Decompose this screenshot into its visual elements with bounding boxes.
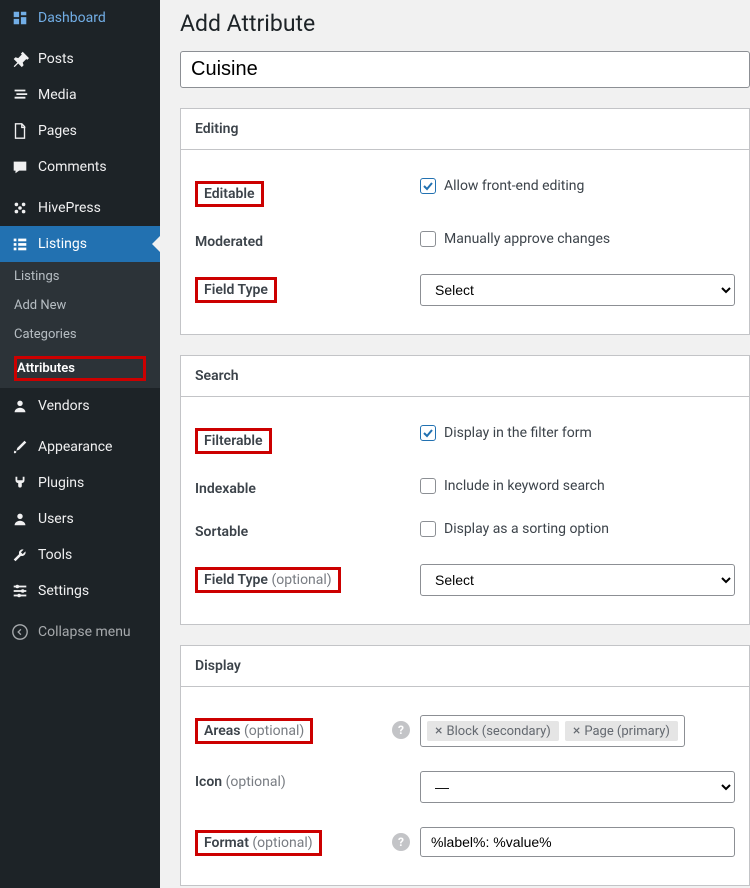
format-label: Format — [204, 835, 249, 851]
filterable-check-label: Display in the filter form — [444, 425, 592, 441]
search-fieldtype-select[interactable]: Select — [420, 564, 735, 596]
submenu-label: Attributes — [14, 356, 146, 381]
sidebar-label: Tools — [38, 547, 72, 563]
sidebar-label: Posts — [38, 51, 74, 67]
tag-label: Block (secondary) — [446, 724, 550, 739]
sidebar-label: Vendors — [38, 398, 90, 414]
submenu-item-add-new[interactable]: Add New — [0, 291, 160, 320]
moderated-label: Moderated — [195, 231, 420, 250]
tag-label: Page (primary) — [584, 724, 670, 739]
collapse-icon — [10, 622, 30, 642]
main-content: Add Attribute Editing Editable Allow fro… — [160, 0, 750, 888]
submenu: Listings Add New Categories Attributes — [0, 262, 160, 388]
editing-fieldtype-label: Field Type — [195, 277, 277, 303]
section-title-editing: Editing — [181, 109, 749, 150]
editable-checkbox[interactable] — [420, 178, 436, 194]
search-section: Search Filterable Display in the filter … — [180, 355, 750, 625]
sidebar-item-pages[interactable]: Pages — [0, 113, 160, 149]
admin-sidebar: Dashboard Posts Media Pages Comments Hiv… — [0, 0, 160, 888]
sliders-icon — [10, 581, 30, 601]
editing-fieldtype-select[interactable]: Select — [420, 274, 735, 306]
tag-page-primary: × Page (primary) — [565, 721, 678, 741]
sidebar-item-collapse[interactable]: Collapse menu — [0, 614, 160, 650]
format-optional: (optional) — [252, 835, 312, 851]
sortable-checkbox[interactable] — [420, 521, 436, 537]
sidebar-label: Dashboard — [38, 10, 106, 26]
section-title-search: Search — [181, 356, 749, 397]
comment-icon — [10, 157, 30, 177]
format-help-icon[interactable]: ? — [392, 833, 410, 851]
sidebar-item-appearance[interactable]: Appearance — [0, 429, 160, 465]
moderated-check-label: Manually approve changes — [444, 231, 610, 247]
tag-remove-icon[interactable]: × — [435, 723, 442, 739]
section-title-display: Display — [181, 646, 749, 687]
sidebar-item-vendors[interactable]: Vendors — [0, 388, 160, 424]
sortable-check-label: Display as a sorting option — [444, 521, 609, 537]
submenu-item-categories[interactable]: Categories — [0, 320, 160, 349]
hivepress-icon — [10, 198, 30, 218]
editable-label: Editable — [195, 181, 264, 207]
sidebar-item-listings[interactable]: Listings — [0, 226, 160, 262]
editable-check-label: Allow front-end editing — [444, 178, 584, 194]
areas-optional: (optional) — [244, 723, 304, 739]
pin-icon — [10, 49, 30, 69]
sidebar-item-hivepress[interactable]: HivePress — [0, 190, 160, 226]
icon-label: Icon — [195, 774, 222, 790]
sidebar-label: Appearance — [38, 439, 112, 455]
vendor-icon — [10, 396, 30, 416]
icon-optional: (optional) — [226, 774, 286, 790]
indexable-check-label: Include in keyword search — [444, 478, 605, 494]
sidebar-label: Comments — [38, 159, 107, 175]
sidebar-label: Collapse menu — [38, 624, 131, 640]
sortable-label: Sortable — [195, 521, 420, 540]
areas-help-icon[interactable]: ? — [392, 721, 410, 739]
user-icon — [10, 509, 30, 529]
format-input[interactable] — [420, 827, 735, 857]
page-icon — [10, 121, 30, 141]
display-section: Display Areas (optional) ? × Block (secon… — [180, 645, 750, 886]
submenu-item-attributes[interactable]: Attributes — [0, 349, 160, 388]
media-icon — [10, 85, 30, 105]
tag-block-secondary: × Block (secondary) — [427, 721, 559, 741]
moderated-checkbox[interactable] — [420, 231, 436, 247]
search-fieldtype-optional: (optional) — [271, 572, 331, 588]
sidebar-item-users[interactable]: Users — [0, 501, 160, 537]
list-icon — [10, 234, 30, 254]
plug-icon — [10, 473, 30, 493]
sidebar-item-plugins[interactable]: Plugins — [0, 465, 160, 501]
search-fieldtype-label: Field Type — [204, 572, 268, 588]
icon-select[interactable]: — — [420, 771, 735, 803]
sidebar-label: Settings — [38, 583, 89, 599]
sidebar-item-comments[interactable]: Comments — [0, 149, 160, 185]
sidebar-item-dashboard[interactable]: Dashboard — [0, 0, 160, 36]
filterable-label: Filterable — [195, 428, 272, 454]
sidebar-item-settings[interactable]: Settings — [0, 573, 160, 609]
sidebar-label: HivePress — [38, 200, 101, 216]
wrench-icon — [10, 545, 30, 565]
sidebar-label: Plugins — [38, 475, 84, 491]
sidebar-item-media[interactable]: Media — [0, 77, 160, 113]
dashboard-icon — [10, 8, 30, 28]
attribute-title-input[interactable] — [180, 51, 750, 88]
indexable-checkbox[interactable] — [420, 478, 436, 494]
brush-icon — [10, 437, 30, 457]
page-title: Add Attribute — [180, 10, 750, 37]
areas-label: Areas — [204, 723, 241, 739]
sidebar-label: Media — [38, 87, 77, 103]
submenu-item-listings[interactable]: Listings — [0, 262, 160, 291]
areas-tags-input[interactable]: × Block (secondary) × Page (primary) — [420, 715, 685, 747]
tag-remove-icon[interactable]: × — [573, 723, 580, 739]
editing-section: Editing Editable Allow front-end editing… — [180, 108, 750, 335]
indexable-label: Indexable — [195, 478, 420, 497]
sidebar-label: Users — [38, 511, 74, 527]
sidebar-item-tools[interactable]: Tools — [0, 537, 160, 573]
filterable-checkbox[interactable] — [420, 425, 436, 441]
sidebar-label: Listings — [38, 236, 87, 252]
sidebar-item-posts[interactable]: Posts — [0, 41, 160, 77]
sidebar-label: Pages — [38, 123, 77, 139]
